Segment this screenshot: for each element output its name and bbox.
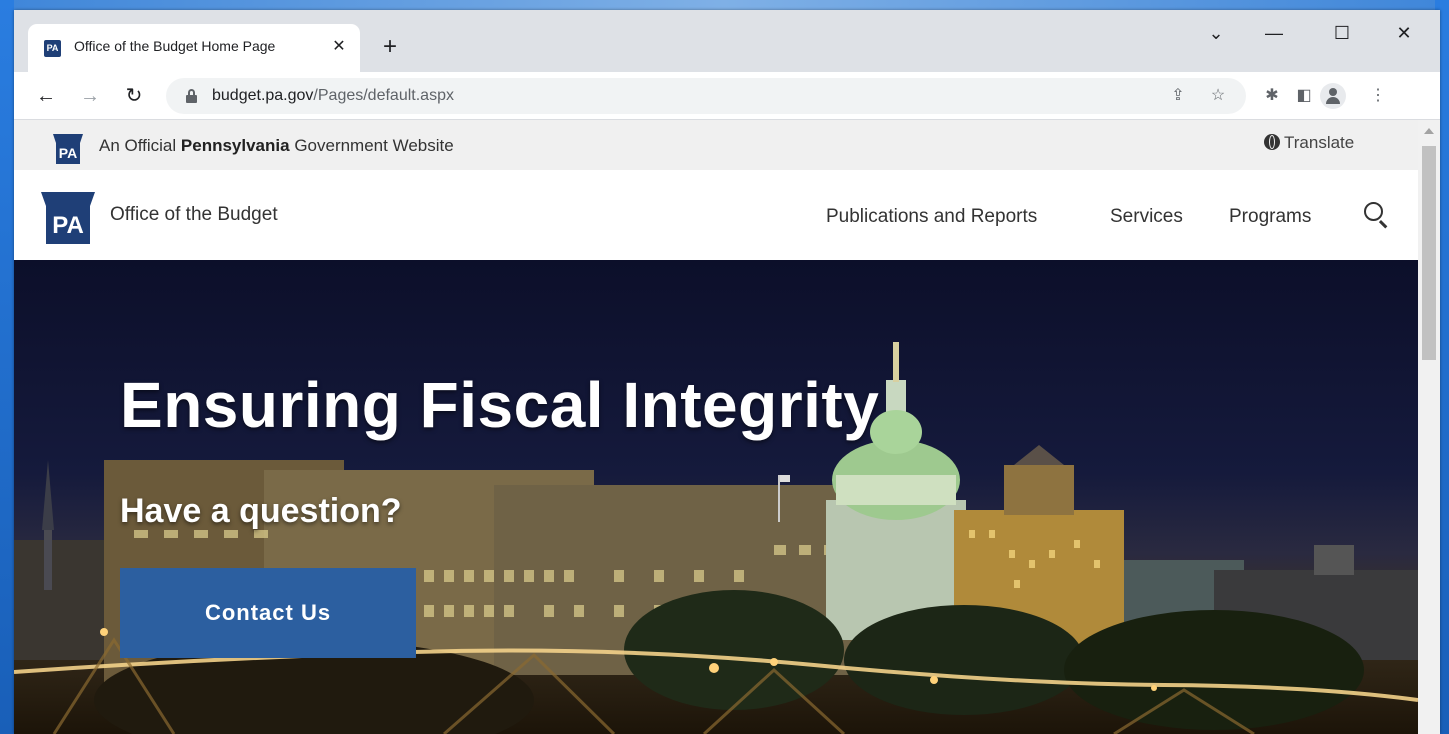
url-host: budget.pa.gov [212,87,314,104]
hero-banner: Ensuring Fiscal Integrity Have a questio… [14,260,1418,734]
more-menu-icon[interactable]: ⋮ [1366,84,1390,108]
official-website-text: An Official Pennsylvania Government Webs… [99,136,454,156]
browser-window: PA Office of the Budget Home Page ✕ + ⌄ … [14,10,1440,734]
url-text: budget.pa.gov/Pages/default.aspx [212,87,454,105]
maximize-button[interactable]: ☐ [1322,20,1362,46]
nav-programs[interactable]: Programs [1229,206,1311,228]
official-suffix: Government Website [294,136,454,155]
browser-toolbar: ← → ↻ budget.pa.gov/Pages/default.aspx ⇪… [14,72,1440,120]
site-name-link[interactable]: Office of the Budget [110,204,278,226]
scroll-thumb[interactable] [1422,146,1436,360]
page-scrollbar[interactable] [1418,120,1440,734]
share-icon[interactable]: ⇪ [1166,84,1190,108]
page-viewport: PA An Official Pennsylvania Government W… [14,120,1440,734]
tab-active[interactable]: PA Office of the Budget Home Page ✕ [28,24,360,72]
official-prefix: An Official [99,136,177,155]
contact-us-button[interactable]: Contact Us [120,568,416,658]
scroll-up-arrow-icon[interactable] [1424,128,1434,134]
nav-publications-and-reports[interactable]: Publications and Reports [826,206,1037,228]
tab-strip: PA Office of the Budget Home Page ✕ + ⌄ … [14,10,1440,72]
close-tab-icon[interactable]: ✕ [328,36,350,58]
desktop-left-edge [0,0,14,734]
url-path: /Pages/default.aspx [313,87,454,104]
minimize-button[interactable]: — [1254,20,1294,46]
tab-title: Office of the Budget Home Page [74,38,276,54]
forward-arrow-icon[interactable]: → [76,82,104,110]
translate-link[interactable]: Translate [1264,133,1354,153]
lock-icon[interactable] [186,89,197,103]
site-header: PA Office of the Budget Publications and… [14,170,1418,260]
extensions-puzzle-icon[interactable]: ✱ [1260,84,1284,108]
pa-keystone-icon: PA [53,134,83,164]
official-government-bar: PA An Official Pennsylvania Government W… [14,120,1418,170]
tab-search-icon[interactable]: ⌄ [1196,20,1236,46]
reload-icon[interactable]: ↻ [120,82,148,110]
official-state: Pennsylvania [180,136,290,155]
address-bar[interactable]: budget.pa.gov/Pages/default.aspx ⇪ ☆ [166,78,1246,114]
pa-favicon-icon: PA [44,40,61,57]
close-window-button[interactable]: ✕ [1384,20,1424,46]
nav-services[interactable]: Services [1110,206,1183,228]
hero-subtitle: Have a question? [120,492,402,530]
side-panel-icon[interactable]: ◧ [1292,84,1316,108]
desktop-background [0,0,1449,10]
pa-logo-label: PA [52,212,84,239]
bookmark-star-icon[interactable]: ☆ [1206,84,1230,108]
translate-label: Translate [1284,133,1355,152]
search-icon[interactable] [1364,202,1388,229]
back-arrow-icon[interactable]: ← [32,82,60,110]
new-tab-button[interactable]: + [376,34,404,62]
pa-keystone-logo[interactable]: PA [40,190,96,246]
globe-icon [1264,134,1280,150]
pa-keystone-label: PA [59,145,77,161]
profile-avatar-icon[interactable] [1320,83,1346,109]
hero-title: Ensuring Fiscal Integrity [120,369,880,441]
